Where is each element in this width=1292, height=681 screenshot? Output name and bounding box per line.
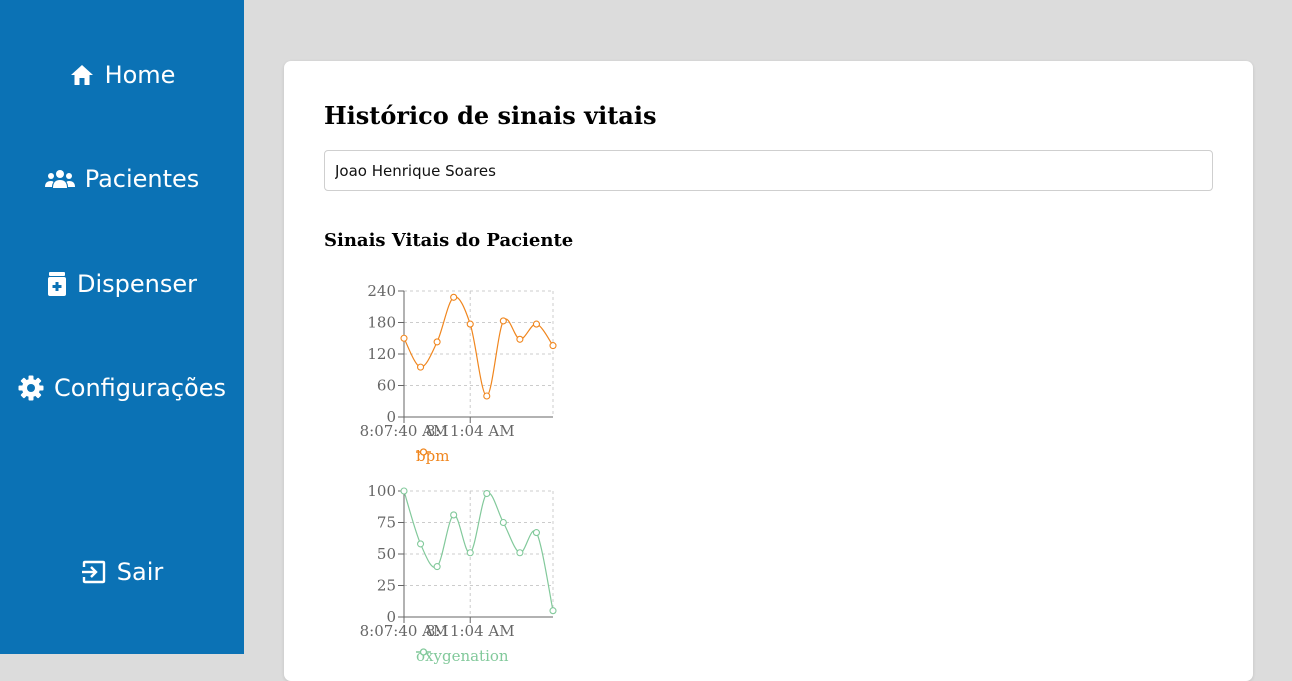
series-line bbox=[403, 490, 554, 611]
sidebar-item-label: Sair bbox=[116, 558, 164, 586]
oxygenation-chart-svg: 02550751008:07:40 AM8:11:04 AM bbox=[360, 482, 557, 640]
sidebar-item-home[interactable]: Home bbox=[0, 58, 244, 92]
data-point bbox=[417, 363, 425, 371]
bpm-chart: 0 60 120 180 240 8:07:40 AM 8:11:04 AM bpm bbox=[324, 277, 624, 477]
data-point bbox=[549, 607, 557, 615]
y-tick-label: 75 bbox=[377, 514, 396, 532]
data-point bbox=[516, 549, 524, 557]
data-point bbox=[483, 392, 491, 400]
chart-legend[interactable]: oxygenation bbox=[416, 647, 509, 665]
sidebar-item-dispenser[interactable]: Dispenser bbox=[0, 267, 244, 301]
home-icon bbox=[69, 63, 95, 87]
medicine-jar-icon bbox=[47, 271, 67, 297]
data-point bbox=[532, 529, 540, 537]
y-tick-label: 100 bbox=[367, 482, 396, 500]
legend-line-icon bbox=[416, 448, 431, 456]
bpm-chart-svg: 0601201802408:07:40 AM8:11:04 AM bbox=[360, 282, 557, 440]
sidebar-item-label: Home bbox=[104, 61, 176, 89]
y-tick-label: 180 bbox=[367, 314, 396, 332]
sidebar-item-sair[interactable]: Sair bbox=[0, 555, 244, 589]
data-point bbox=[499, 518, 507, 527]
chart-legend[interactable]: bpm bbox=[416, 447, 449, 465]
gear-icon bbox=[18, 375, 44, 401]
users-icon bbox=[44, 169, 75, 189]
series-line bbox=[403, 296, 554, 397]
data-point bbox=[532, 320, 540, 328]
sidebar-item-label: Configurações bbox=[54, 374, 226, 402]
sidebar-item-label: Pacientes bbox=[84, 165, 200, 193]
y-tick-label: 60 bbox=[377, 377, 396, 395]
y-tick-label: 120 bbox=[367, 345, 396, 363]
data-point bbox=[499, 317, 507, 325]
y-tick-label: 50 bbox=[377, 545, 396, 563]
y-tick-label: 25 bbox=[377, 577, 396, 595]
main-card: Histórico de sinais vitais Sinais Vitais… bbox=[284, 61, 1253, 681]
data-point bbox=[516, 335, 524, 343]
data-point bbox=[433, 338, 441, 346]
sidebar-item-label: Dispenser bbox=[77, 270, 197, 298]
sidebar-item-pacientes[interactable]: Pacientes bbox=[0, 162, 244, 196]
page-title: Histórico de sinais vitais bbox=[324, 101, 657, 130]
data-point bbox=[466, 320, 474, 328]
data-point bbox=[417, 540, 425, 548]
section-title: Sinais Vitais do Paciente bbox=[324, 230, 574, 251]
data-point bbox=[400, 334, 408, 342]
data-point bbox=[483, 489, 491, 498]
data-point bbox=[549, 342, 557, 350]
legend-line-icon bbox=[416, 648, 431, 656]
logout-icon bbox=[81, 559, 107, 585]
data-point bbox=[466, 549, 474, 557]
sidebar-item-configuracoes[interactable]: Configurações bbox=[0, 371, 244, 405]
patient-name-input[interactable] bbox=[324, 150, 1213, 191]
data-point bbox=[450, 511, 458, 519]
data-point bbox=[433, 563, 441, 571]
x-tick-label: 8:11:04 AM bbox=[426, 622, 515, 640]
x-tick-label: 8:11:04 AM bbox=[426, 422, 515, 440]
data-point bbox=[450, 293, 458, 301]
data-point bbox=[400, 487, 408, 495]
sidebar: Home Pacientes Dispenser Configurações S… bbox=[0, 0, 244, 654]
y-tick-label: 240 bbox=[367, 282, 396, 300]
oxygenation-chart: 0 25 50 75 100 8:07:40 AM 8:11:04 AM oxygenati… bbox=[324, 477, 624, 677]
